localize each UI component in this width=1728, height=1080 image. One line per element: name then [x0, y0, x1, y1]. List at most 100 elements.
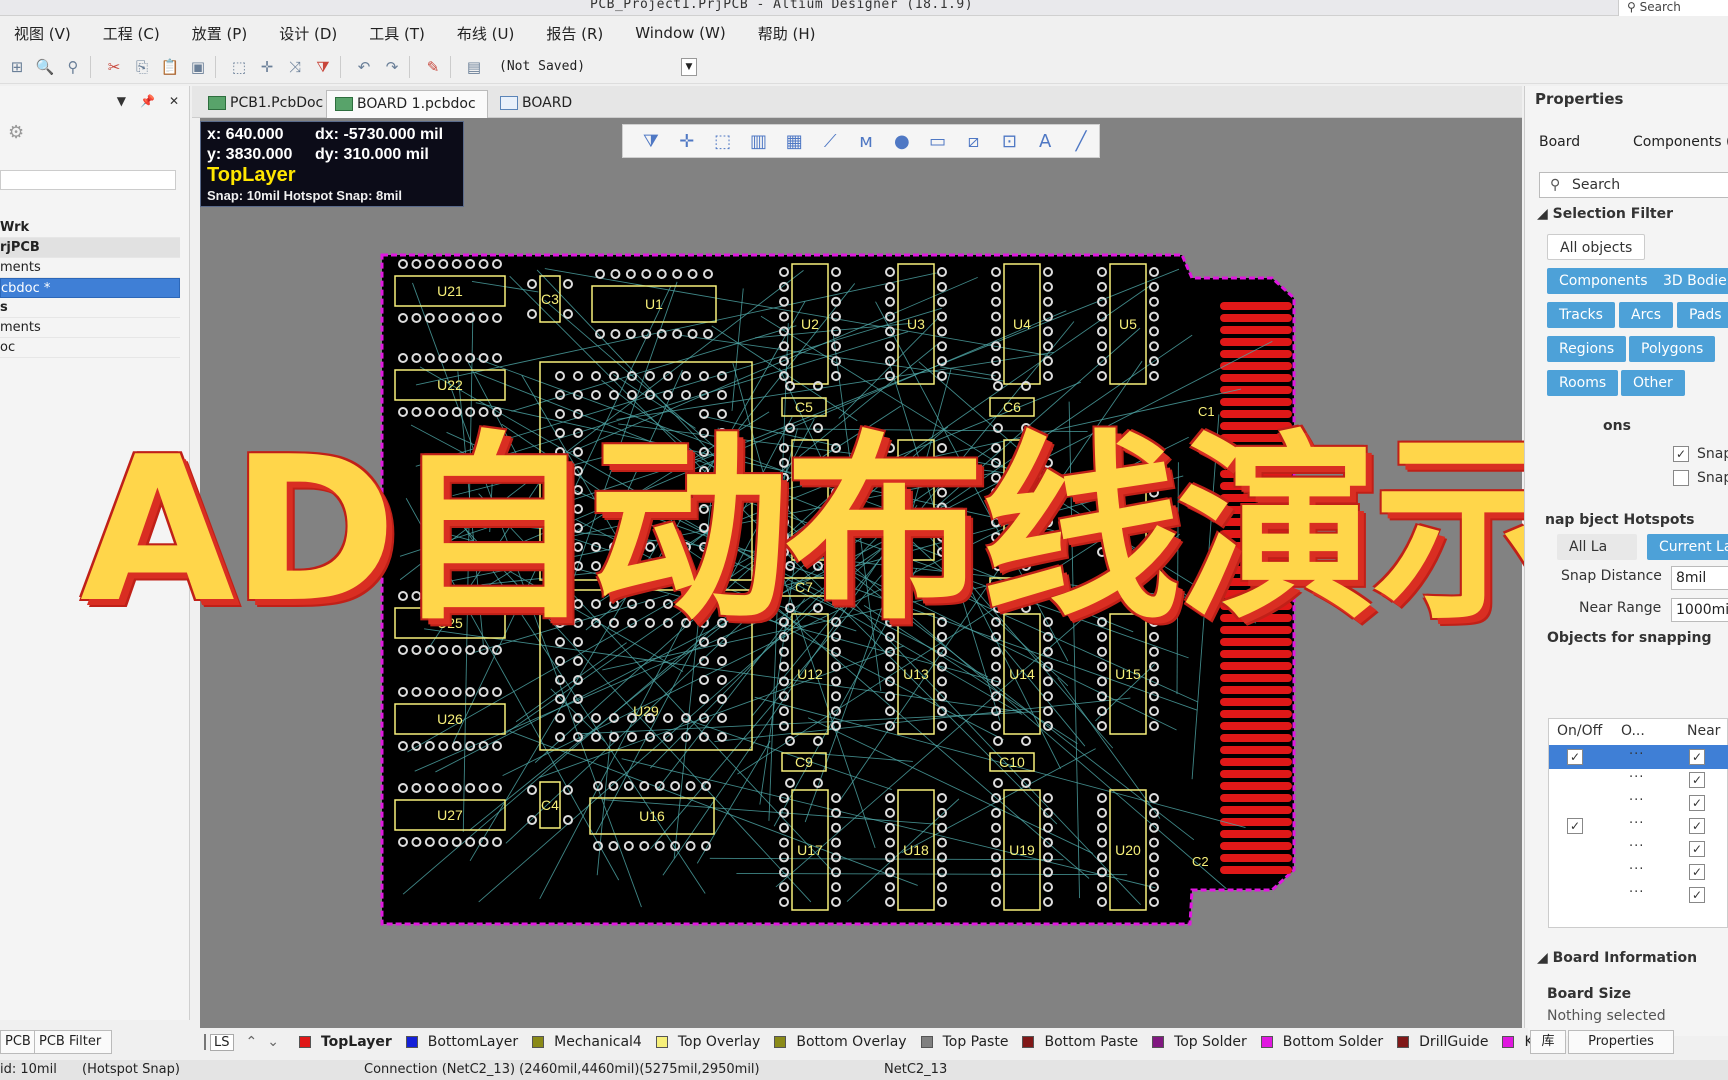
options-ellipsis[interactable]: ··· — [1629, 862, 1644, 877]
pin-icon[interactable]: 📌 — [140, 94, 155, 108]
near-checkbox[interactable]: ✓ — [1689, 749, 1705, 765]
layer-tab[interactable]: BottomLayer — [405, 1034, 518, 1050]
clear-filter-icon[interactable]: ⧩ — [312, 56, 334, 78]
filter-tracks[interactable]: Tracks — [1547, 302, 1615, 328]
edge-connector-pad[interactable] — [1220, 326, 1292, 334]
menu-window[interactable]: Window (W) — [635, 24, 725, 42]
edge-connector-pad[interactable] — [1220, 866, 1292, 874]
zoom-selected-icon[interactable]: ⚲ — [62, 56, 84, 78]
component-designator[interactable]: C3 — [541, 291, 559, 307]
variant-selector[interactable]: (Not Saved) — [499, 59, 679, 74]
edge-connector-pad[interactable] — [1220, 674, 1292, 682]
menu-route[interactable]: 布线 (U) — [457, 23, 514, 44]
route-icon[interactable]: ⟋ — [812, 131, 848, 152]
onoff-checkbox[interactable]: ✓ — [1567, 749, 1583, 765]
near-checkbox[interactable]: ✓ — [1689, 818, 1705, 834]
current-layer-swatch[interactable] — [204, 1034, 206, 1050]
options-ellipsis[interactable]: ··· — [1629, 793, 1644, 808]
edge-connector-pad[interactable] — [1220, 794, 1292, 802]
edge-connector-pad[interactable] — [1220, 770, 1292, 778]
component-icon[interactable]: ▦ — [776, 131, 812, 152]
edge-connector-pad[interactable] — [1220, 302, 1292, 310]
filter-icon[interactable]: ⧩ — [633, 131, 669, 152]
menu-tools[interactable]: 工具 (T) — [369, 23, 425, 44]
tab-pcb-panel[interactable]: PCB — [0, 1030, 36, 1054]
edge-connector-pad[interactable] — [1220, 710, 1292, 718]
undo-icon[interactable]: ↶ — [353, 56, 375, 78]
edge-connector-pad[interactable] — [1220, 818, 1292, 826]
properties-search-input[interactable]: ⚲ Search — [1539, 172, 1728, 198]
layer-tab[interactable]: Mechanical4 — [532, 1034, 642, 1050]
selection-filter-header[interactable]: ◢ Selection Filter — [1537, 206, 1673, 222]
component-designator[interactable]: U14 — [1009, 666, 1035, 682]
component-designator[interactable]: U18 — [903, 842, 929, 858]
snap-distance-input[interactable]: 8mil — [1671, 566, 1728, 590]
near-checkbox[interactable]: ✓ — [1689, 841, 1705, 857]
select-area-icon[interactable]: ⬚ — [228, 56, 250, 78]
near-checkbox[interactable]: ✓ — [1689, 864, 1705, 880]
filter-polygons[interactable]: Polygons — [1629, 336, 1716, 362]
paste-icon[interactable]: 📋 — [159, 56, 181, 78]
edge-connector-pad[interactable] — [1220, 686, 1292, 694]
edge-connector-pad[interactable] — [1220, 398, 1292, 406]
edge-connector-pad[interactable] — [1220, 386, 1292, 394]
component-designator[interactable]: U2 — [801, 316, 819, 332]
near-checkbox[interactable]: ✓ — [1689, 795, 1705, 811]
length-tune-icon[interactable]: ᴍ — [848, 131, 884, 152]
component-designator[interactable]: U26 — [437, 711, 463, 727]
menu-design[interactable]: 设计 (D) — [279, 23, 337, 44]
options-ellipsis[interactable]: ··· — [1629, 747, 1644, 762]
layer-tab[interactable]: TopLayer — [298, 1034, 392, 1050]
edge-connector-pad[interactable] — [1220, 722, 1292, 730]
component-designator[interactable]: C4 — [541, 797, 559, 813]
tree-item[interactable]: Wrk — [0, 218, 180, 238]
menu-place[interactable]: 放置 (P) — [192, 23, 248, 44]
copy-icon[interactable]: ⎘ — [131, 56, 153, 78]
via-icon[interactable]: ● — [884, 131, 920, 152]
filter-tab-board[interactable]: Board — [1539, 134, 1580, 150]
redo-icon[interactable]: ↷ — [381, 56, 403, 78]
cross-select-icon[interactable]: ⤨ — [284, 56, 306, 78]
edge-connector-pad[interactable] — [1220, 338, 1292, 346]
component-designator[interactable]: U4 — [1013, 316, 1031, 332]
menu-reports[interactable]: 报告 (R) — [546, 23, 603, 44]
col-header-o[interactable]: O... — [1621, 719, 1645, 743]
gear-icon[interactable]: ⚙ — [8, 122, 24, 143]
filter-rooms[interactable]: Rooms — [1547, 370, 1619, 396]
layer-tab[interactable]: Bottom Paste — [1022, 1034, 1138, 1050]
tab-board1-htm[interactable]: BOARD 1.pcbdoc.htm — [492, 90, 672, 137]
tree-item[interactable]: oc — [0, 338, 180, 358]
zoom-area-icon[interactable]: 🔍 — [34, 56, 56, 78]
edge-connector-pad[interactable] — [1220, 758, 1292, 766]
tree-item[interactable]: rjPCB — [0, 238, 180, 258]
chevron-down-icon[interactable]: ⌄ — [267, 1034, 279, 1050]
component-designator[interactable]: C9 — [795, 754, 813, 770]
snap-guides-checkbox[interactable] — [1673, 470, 1689, 486]
onoff-checkbox[interactable]: ✓ — [1567, 818, 1583, 834]
edge-connector-pad[interactable] — [1220, 314, 1292, 322]
edge-connector-pad[interactable] — [1220, 830, 1292, 838]
options-ellipsis[interactable]: ··· — [1629, 839, 1644, 854]
layer-set-button[interactable]: LS — [210, 1033, 234, 1051]
filter-pads[interactable]: Pads — [1677, 302, 1728, 328]
component-designator[interactable]: U1 — [645, 296, 663, 312]
tree-item[interactable]: ments — [0, 318, 180, 338]
filter-components[interactable]: Components — [1547, 268, 1660, 294]
move-icon[interactable]: ✛ — [256, 56, 278, 78]
close-icon[interactable]: ✕ — [169, 94, 179, 108]
near-range-input[interactable]: 1000mil — [1671, 598, 1728, 622]
all-objects-button[interactable]: All objects — [1547, 234, 1646, 260]
filter-tab-components[interactable]: Components (a — [1633, 134, 1728, 150]
edge-connector-pad[interactable] — [1220, 854, 1292, 862]
edge-connector-pad[interactable] — [1220, 350, 1292, 358]
highlight-pen-icon[interactable]: ✎ — [422, 56, 444, 78]
component-designator[interactable]: U16 — [639, 808, 665, 824]
dimension-icon[interactable]: ⊡ — [991, 131, 1027, 152]
menu-help[interactable]: 帮助 (H) — [758, 23, 816, 44]
component-designator[interactable]: U19 — [1009, 842, 1035, 858]
edge-connector-pad[interactable] — [1220, 746, 1292, 754]
component-designator[interactable]: U12 — [797, 666, 823, 682]
library-tab[interactable]: 库 — [1530, 1030, 1566, 1054]
cut-icon[interactable]: ✂ — [103, 56, 125, 78]
edge-connector-pad[interactable] — [1220, 698, 1292, 706]
